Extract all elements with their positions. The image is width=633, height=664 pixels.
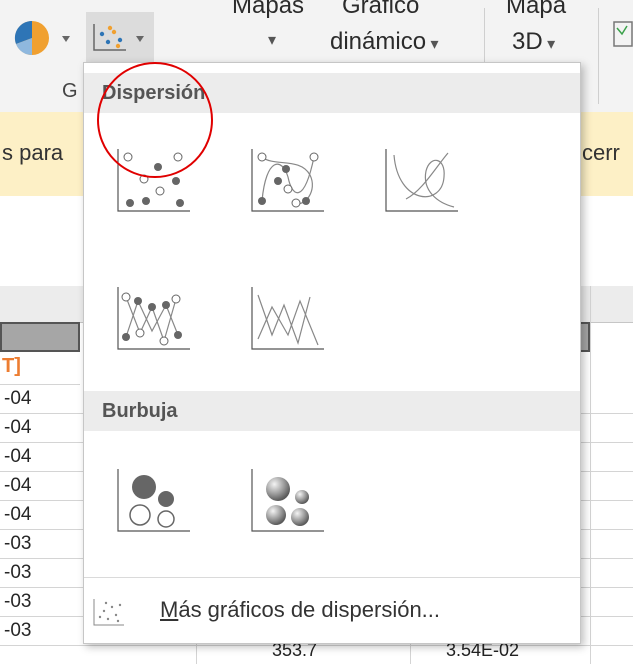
accelerator-key: M: [160, 597, 179, 622]
bubble-icon[interactable]: [114, 467, 192, 535]
maps-dropdown-icon[interactable]: ▾: [268, 30, 276, 50]
header-cell[interactable]: T]: [0, 355, 80, 385]
gallery-separator: [84, 577, 580, 578]
cell-value: -03: [4, 591, 32, 612]
section-title: Burbuja: [102, 400, 178, 422]
more-label-text: ás gráficos de dispersión...: [178, 597, 441, 622]
cell-value: -04: [4, 504, 32, 525]
section-header-bubble: Burbuja: [84, 391, 580, 431]
scatter-dots-icon: [93, 599, 124, 626]
cell-value: -03: [4, 620, 32, 641]
cell-value: -04: [4, 417, 32, 438]
map3d-dropdown[interactable]: 3D: [512, 28, 555, 56]
scatter-straight-lines-icon[interactable]: [248, 285, 326, 353]
pie-chart-icon: [14, 20, 70, 56]
scatter-smooth-lines-icon[interactable]: [382, 147, 460, 215]
scatter-smooth-lines-markers-icon[interactable]: [248, 147, 326, 215]
sparkline-icon[interactable]: [612, 18, 633, 50]
cell-value: -04: [4, 475, 32, 496]
pie-chart-button[interactable]: [10, 14, 80, 62]
scatter-straight-lines-markers-icon[interactable]: [114, 285, 192, 353]
ribbon-separator: [598, 8, 599, 104]
pivot-chart-dropdown[interactable]: dinámico: [330, 28, 439, 56]
bubble-3d-icon[interactable]: [248, 467, 326, 535]
maps-label[interactable]: Mapas: [232, 0, 304, 20]
cell-value: -04: [4, 388, 32, 409]
group-label: G: [62, 80, 78, 102]
more-scatter-charts-button[interactable]: Más gráficos de dispersión...: [84, 585, 580, 637]
pivot-chart-label[interactable]: Gráfico: [342, 0, 419, 20]
scatter-chart-button[interactable]: [86, 12, 154, 62]
scatter-chart-small-icon: [93, 24, 144, 51]
info-bar-close-text[interactable]: cerr: [582, 140, 620, 166]
cell-value: -04: [4, 446, 32, 467]
info-bar-text-left: s para: [2, 140, 64, 165]
map3d-label[interactable]: Mapa: [506, 0, 566, 20]
cell-value: -03: [4, 562, 32, 583]
more-scatter-charts-label: Más gráficos de dispersión...: [160, 597, 440, 623]
highlight-circle: [97, 62, 213, 178]
cell-value: -03: [4, 533, 32, 554]
selected-header-cell[interactable]: [0, 322, 80, 352]
